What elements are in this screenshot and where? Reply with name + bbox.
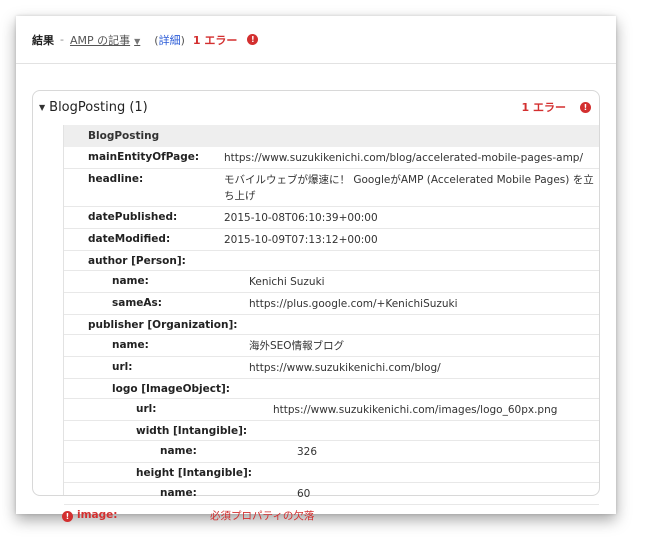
triangle-down-icon[interactable]: ▼ <box>39 103 45 112</box>
details-link[interactable]: (詳細) <box>154 32 185 48</box>
table-row: url: https://www.suzukikenichi.com/blog/ <box>64 357 599 379</box>
caret-down-icon: ▼ <box>134 36 141 46</box>
table-row: sameAs: https://plus.google.com/+Kenichi… <box>64 293 599 315</box>
row-value: https://www.suzukikenichi.com/blog/accel… <box>224 152 584 164</box>
row-key: url: <box>112 361 133 373</box>
row-key: name: <box>112 339 149 351</box>
table-row: name: 326 <box>64 441 599 463</box>
error-row-key: ! image: <box>50 508 210 522</box>
table-row: dateModified: 2015-10-09T07:13:12+00:00 <box>64 229 599 251</box>
row-value: 326 <box>297 446 318 458</box>
row-value: Kenichi Suzuki <box>249 276 325 288</box>
row-key: url: <box>136 403 157 415</box>
results-panel: 結果 - AMP の記事 ▼ (詳細) 1 エラー ! ▼ BlogPosting… <box>16 16 616 522</box>
header-separator: - <box>60 33 64 46</box>
row-value: 2015-10-08T06:10:39+00:00 <box>224 212 378 224</box>
row-key: author [Person]: <box>88 255 186 267</box>
row-key: dateModified: <box>88 233 171 245</box>
row-value: モバイルウェブが爆速に！ GoogleがAMP (Accelerated Mob… <box>224 174 594 202</box>
row-value: https://www.suzukikenichi.com/images/log… <box>273 404 558 416</box>
result-header: 結果 - AMP の記事 ▼ (詳細) 1 エラー ! <box>16 16 616 64</box>
table-row: name: Kenichi Suzuki <box>64 271 599 293</box>
row-key: mainEntityOfPage: <box>88 151 200 163</box>
error-circle-icon: ! <box>62 511 73 522</box>
table-row: width [Intangible]: <box>64 421 599 441</box>
dropdown-label: AMP の記事 <box>69 33 131 47</box>
row-key: headline: <box>88 173 144 185</box>
row-key: datePublished: <box>88 211 178 223</box>
row-value: 海外SEO情報ブログ <box>249 340 345 352</box>
row-value: 2015-10-09T07:13:12+00:00 <box>224 234 378 246</box>
error-circle-icon: ! <box>580 101 591 113</box>
row-key: name: <box>160 487 197 499</box>
table-row: author [Person]: <box>64 251 599 271</box>
blogposting-card: ▼ BlogPosting (1) 1 エラー ! BlogPosting ma… <box>32 90 600 522</box>
card-header[interactable]: ▼ BlogPosting (1) 1 エラー ! <box>33 91 599 123</box>
row-key: name: <box>112 275 149 287</box>
result-label: 結果 <box>32 33 54 47</box>
table-row: mainEntityOfPage: https://www.suzukikeni… <box>64 147 599 169</box>
table-row: url: https://www.suzukikenichi.com/image… <box>64 399 599 421</box>
row-value: 60 <box>297 488 311 500</box>
table-row: publisher [Organization]: <box>64 315 599 335</box>
result-type-dropdown[interactable]: AMP の記事 ▼ <box>70 32 140 48</box>
details-label: 詳細 <box>158 33 181 47</box>
table-header: BlogPosting <box>64 125 599 147</box>
table-row: headline: モバイルウェブが爆速に！ GoogleがAMP (Accel… <box>64 169 599 207</box>
structured-data-table: BlogPosting mainEntityOfPage: https://ww… <box>62 125 599 522</box>
card-title: BlogPosting (1) <box>49 99 148 115</box>
header-error-count: 1 エラー <box>192 33 238 47</box>
table-row: name: 海外SEO情報ブログ <box>64 335 599 357</box>
row-key: sameAs: <box>112 297 162 309</box>
row-value: https://plus.google.com/+KenichiSuzuki <box>249 298 458 310</box>
row-key: name: <box>160 445 197 457</box>
table-row: name: 60 <box>64 483 599 505</box>
row-key: logo [ImageObject]: <box>112 383 230 395</box>
table-row: datePublished: 2015-10-08T06:10:39+00:00 <box>64 207 599 229</box>
error-circle-icon: ! <box>247 34 259 45</box>
row-key: publisher [Organization]: <box>88 319 238 331</box>
card-error-count: 1 エラー <box>521 101 566 114</box>
row-value: https://www.suzukikenichi.com/blog/ <box>249 362 441 374</box>
row-key: width [Intangible]: <box>136 425 248 437</box>
error-message: 必須プロパティの欠落 <box>210 510 315 522</box>
table-row: logo [ImageObject]: <box>64 379 599 399</box>
row-key: height [Intangible]: <box>136 467 252 479</box>
error-row: ! image: 必須プロパティの欠落 <box>62 505 599 526</box>
table-row: height [Intangible]: <box>64 463 599 483</box>
